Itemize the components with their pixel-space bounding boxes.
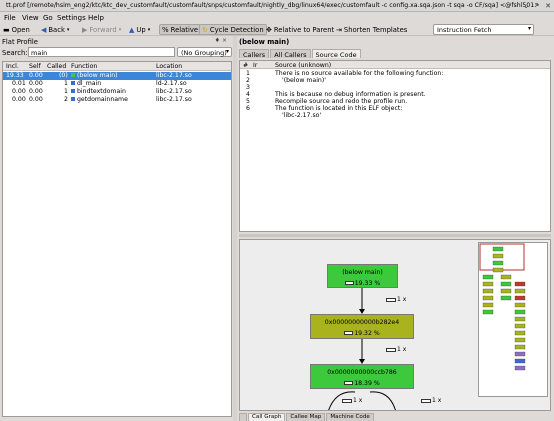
menu-help[interactable]: Help [88, 14, 104, 22]
close-icon[interactable]: ✕ [544, 2, 552, 10]
title-bar: tt.prof [/remote/hsim_eng2/ktc/ktc_dev_c… [0, 0, 554, 12]
function-color-swatch [71, 81, 75, 85]
minimize-icon[interactable]: ⌄ [522, 2, 530, 10]
edge-call-count: 1 x [386, 296, 406, 303]
percent-icon: % [162, 25, 169, 34]
table-row[interactable]: 0.00 0.00 2 getdomainname libc-2.17.so [3, 96, 231, 104]
source-line: 5 Recompile source and redo the profile … [246, 98, 408, 105]
chevron-down-icon[interactable]: ▾ [119, 26, 122, 34]
open-button[interactable]: ▬ Open [1, 24, 32, 35]
column-self[interactable]: Self [29, 63, 41, 70]
chevron-down-icon[interactable]: ▾ [67, 26, 70, 34]
function-color-swatch [71, 97, 75, 101]
column-location[interactable]: Location [156, 63, 182, 70]
tab-machine-code[interactable]: Machine Code [326, 413, 374, 421]
chevron-down-icon: ▾ [527, 25, 531, 32]
call-graph-view[interactable]: (below main) 19.33 % 0x00000000000b282e4… [239, 239, 551, 411]
graph-view-tabs: Call Graph Callee Map Machine Code [239, 413, 375, 421]
column-called[interactable]: Called [47, 63, 66, 70]
function-color-swatch [71, 73, 75, 77]
source-line: 4 This is because no debug information i… [246, 91, 426, 98]
column-line-number[interactable]: # [243, 62, 248, 69]
source-line: 2 '(below main)' [246, 77, 326, 84]
selected-function-title: (below main) [239, 38, 290, 46]
menu-bar: File View Go Settings Help [0, 12, 554, 23]
source-line: 3 [246, 84, 250, 91]
tab-source-code[interactable]: Source Code [311, 49, 361, 59]
maximize-icon[interactable]: ⌃ [533, 2, 541, 10]
tab-callee-map[interactable]: Callee Map [286, 413, 326, 421]
source-header: # Ir Source (unknown) [240, 61, 550, 69]
tab-call-graph[interactable]: Call Graph [248, 413, 286, 421]
call-graph-node[interactable]: 0x0000000000ccb786 18.39 % [310, 364, 414, 389]
edge-call-count: 1 x [342, 397, 362, 404]
call-graph-minimap[interactable] [478, 242, 548, 397]
forward-button[interactable]: ▶ Forward ▾ [80, 24, 123, 35]
edge-call-count: 1 x [386, 346, 406, 353]
relative-to-parent-toggle[interactable]: ✥ Relative to Parent [264, 24, 336, 35]
column-function[interactable]: Function [71, 63, 97, 70]
up-button[interactable]: ▲ Up ▾ [127, 24, 152, 35]
call-edge [369, 391, 396, 410]
back-button[interactable]: ◀ Back ▾ [39, 24, 71, 35]
source-code-view[interactable]: # Ir Source (unknown) 1 There is no sour… [239, 60, 551, 232]
call-graph-node[interactable]: (below main) 19.33 % [327, 264, 398, 288]
edge-call-count: 1 x [421, 397, 441, 404]
search-input[interactable]: main [28, 47, 175, 57]
menu-view[interactable]: View [22, 14, 39, 22]
grouping-select[interactable]: (No Grouping) ▾ [177, 47, 232, 57]
move-icon: ✥ [266, 25, 272, 34]
table-row[interactable]: 0.01 0.00 1 dl_main ld-2.17.so [3, 80, 231, 88]
detail-panel: (below main) Callers All Callers Source … [237, 36, 554, 421]
menu-file[interactable]: File [4, 14, 16, 22]
search-row: Search: main (No Grouping) ▾ [2, 47, 232, 58]
up-arrow-icon: ▲ [129, 25, 135, 34]
cycle-detection-toggle[interactable]: ↻ Cycle Detection [199, 24, 267, 35]
shorten-arrows-icon: ⇥ [336, 25, 342, 34]
tab-callers[interactable]: Callers [239, 49, 270, 59]
function-color-swatch [71, 89, 75, 93]
panel-dock-buttons[interactable]: ♦ × [215, 37, 227, 44]
window-title: tt.prof [/remote/hsim_eng2/ktc/ktc_dev_c… [6, 2, 540, 9]
source-line: 1 There is no source available for the f… [246, 70, 444, 77]
call-graph-node[interactable]: 0x00000000000b282e4 19.32 % [310, 314, 414, 339]
toolbar: ▬ Open ◀ Back ▾ ▶ Forward ▾ ▲ Up ▾ % Rel… [0, 23, 554, 36]
column-incl[interactable]: Incl. [6, 63, 19, 70]
table-header: Incl. Self Called Function Location [3, 62, 231, 71]
cycle-icon: ↻ [202, 25, 208, 34]
menu-go[interactable]: Go [43, 14, 53, 22]
source-line: 'libc-2.17.so' [282, 112, 322, 119]
menu-settings[interactable]: Settings [57, 14, 86, 22]
flat-profile-panel: Flat Profile ♦ × Search: main (No Groupi… [0, 36, 233, 421]
tab-all-callers[interactable]: All Callers [270, 49, 311, 59]
pane-splitter[interactable] [239, 234, 551, 237]
back-arrow-icon: ◀ [41, 25, 47, 34]
folder-icon: ▬ [3, 25, 10, 34]
relative-toggle[interactable]: % Relative [159, 24, 202, 35]
minimap-graph [479, 243, 526, 371]
shorten-templates-toggle[interactable]: ⇥ Shorten Templates [334, 24, 409, 35]
forward-arrow-icon: ▶ [82, 25, 88, 34]
event-type-select[interactable]: Instruction Fetch ▾ [433, 24, 534, 35]
table-row[interactable]: 19.33 0.00 (0) (below main) libc-2.17.so [3, 72, 231, 80]
tab-graph-blank[interactable] [239, 413, 247, 421]
chevron-down-icon[interactable]: ▾ [148, 26, 151, 34]
column-ir[interactable]: Ir [253, 62, 257, 69]
detail-tabs: Callers All Callers Source Code [239, 49, 362, 59]
panel-title: Flat Profile [2, 38, 38, 46]
source-line: 6 The function is located in this ELF ob… [246, 105, 403, 112]
table-row[interactable]: 0.00 0.00 1 bindtextdomain libc-2.17.so [3, 88, 231, 96]
chevron-down-icon: ▾ [225, 48, 229, 55]
search-label: Search: [2, 49, 28, 57]
column-source[interactable]: Source (unknown) [275, 62, 331, 69]
flat-profile-table[interactable]: Incl. Self Called Function Location 19.3… [2, 61, 232, 417]
